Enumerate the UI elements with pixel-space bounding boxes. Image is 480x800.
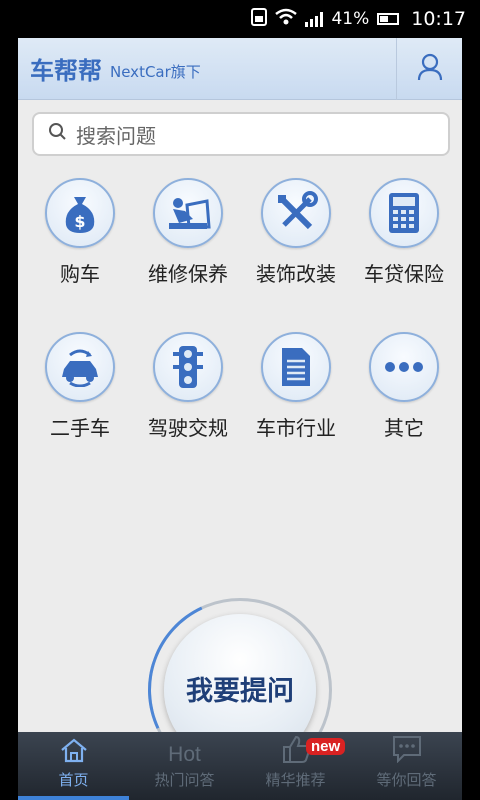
category-decoration[interactable]: 装饰改装 [242, 178, 350, 287]
svg-text:$: $ [74, 212, 85, 231]
tab-home[interactable]: 首页 [18, 732, 129, 800]
home-icon [59, 737, 89, 767]
status-bar: 41% 10:17 [0, 0, 480, 38]
app-header: 车帮帮 NextCar旗下 [18, 38, 462, 100]
tools-icon [261, 178, 331, 248]
car-repair-icon [153, 178, 223, 248]
battery-icon [377, 13, 400, 25]
category-label: 其它 [384, 416, 424, 440]
category-label: 车贷保险 [364, 262, 444, 286]
car-exchange-icon [45, 332, 115, 402]
category-label: 维修保养 [148, 262, 228, 286]
tab-label: 精华推荐 [265, 771, 326, 789]
category-label: 驾驶交规 [148, 416, 228, 440]
app-subtitle: NextCar旗下 [110, 63, 201, 81]
tab-label: 首页 [58, 771, 89, 789]
user-profile-button[interactable] [396, 38, 462, 100]
hot-icon: Hot [168, 743, 201, 766]
tab-hot-qa[interactable]: Hot 热门问答 [129, 732, 240, 800]
tab-label: 热门问答 [154, 771, 215, 789]
app-title: 车帮帮 [30, 57, 102, 85]
wifi-icon [275, 8, 298, 31]
category-driving-rules[interactable]: 驾驶交规 [134, 332, 242, 441]
category-other[interactable]: 其它 [350, 332, 458, 441]
search-input[interactable]: 搜索问题 [32, 112, 450, 156]
money-bag-icon: $ [45, 178, 115, 248]
category-buy-car[interactable]: $ 购车 [26, 178, 134, 287]
category-market[interactable]: 车市行业 [242, 332, 350, 441]
category-label: 车市行业 [256, 416, 336, 440]
chat-bubble-icon [392, 735, 422, 767]
signal-icon [305, 11, 324, 27]
category-used-car[interactable]: 二手车 [26, 332, 134, 441]
sim-icon [251, 7, 268, 31]
ask-question-label: 我要提问 [186, 675, 294, 707]
calculator-icon [369, 178, 439, 248]
category-loan-insurance[interactable]: 车贷保险 [350, 178, 458, 287]
more-dots-icon [369, 332, 439, 402]
traffic-light-icon [153, 332, 223, 402]
new-badge: new [306, 738, 346, 755]
bottom-tab-bar: 首页 Hot 热门问答 new 精华推荐 等你回答 [18, 732, 462, 800]
category-label: 装饰改装 [256, 262, 336, 286]
tab-await-answer[interactable]: 等你回答 [351, 732, 462, 800]
clock: 10:17 [411, 8, 466, 30]
tab-label: 等你回答 [376, 771, 437, 789]
search-placeholder: 搜索问题 [76, 123, 156, 148]
document-icon [261, 332, 331, 402]
search-icon [48, 122, 68, 146]
category-label: 二手车 [50, 416, 110, 440]
category-maintenance[interactable]: 维修保养 [134, 178, 242, 287]
battery-percent: 41% [331, 9, 370, 29]
category-label: 购车 [60, 262, 100, 286]
user-icon [417, 53, 443, 85]
tab-featured[interactable]: new 精华推荐 [240, 732, 351, 800]
app-screen: 车帮帮 NextCar旗下 搜索问题 $ 购车 维修保养 装饰改装 车贷保险 二… [18, 38, 462, 800]
